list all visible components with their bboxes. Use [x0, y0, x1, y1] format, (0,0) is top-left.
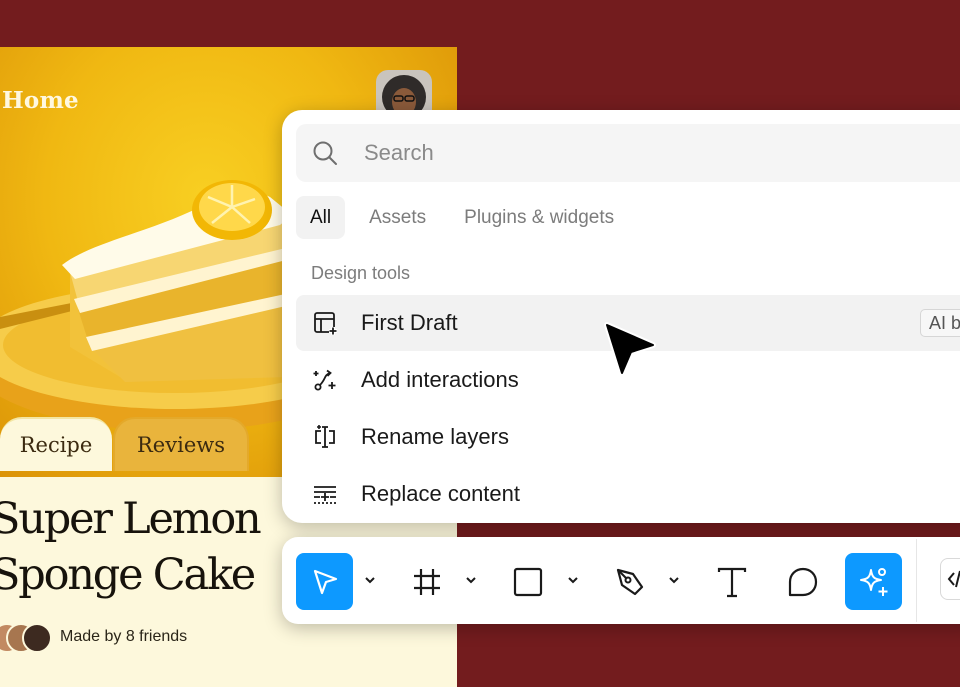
pen-icon: [616, 568, 643, 595]
contributors: Made by 8 friends: [0, 623, 188, 653]
mouse-cursor-icon: [604, 322, 656, 376]
filter-tab-label: Assets: [369, 206, 427, 228]
recipe-title: Super Lemon Sponge Cake: [0, 491, 262, 603]
ai-tool-button[interactable]: [845, 553, 902, 610]
code-icon: [947, 570, 960, 588]
command-label: First Draft: [361, 310, 458, 335]
tab-reviews-label: Reviews: [137, 433, 225, 457]
made-by-text: Made by 8 friends: [60, 628, 188, 645]
interactions-icon: [312, 367, 338, 393]
contributor-avatar: [22, 623, 52, 653]
chevron-down-icon[interactable]: [667, 573, 681, 587]
first-draft-icon: [312, 310, 338, 336]
tab-recipe[interactable]: Recipe: [0, 417, 112, 471]
comment-icon: [788, 567, 817, 596]
section-heading-design-tools: Design tools: [311, 263, 411, 283]
comment-tool-button[interactable]: [774, 553, 831, 610]
rename-layers-icon: [312, 424, 338, 450]
pen-tool-button[interactable]: [601, 553, 658, 610]
design-toolbar: [282, 537, 960, 624]
contributor-avatars: [0, 623, 56, 653]
recipe-title-line-2: Sponge Cake: [0, 550, 256, 600]
command-replace-content[interactable]: Replace content: [296, 466, 960, 522]
chevron-down-icon[interactable]: [363, 573, 377, 587]
shape-tool-button[interactable]: [499, 553, 556, 610]
filter-tab-assets[interactable]: Assets: [355, 196, 440, 239]
actions-palette: All Assets Plugins & widgets Design tool…: [282, 110, 960, 523]
text-tool-button[interactable]: [703, 553, 760, 610]
tab-reviews[interactable]: Reviews: [113, 417, 249, 471]
replace-content-icon: [312, 481, 338, 507]
command-label: Replace content: [361, 481, 520, 506]
search-icon: [313, 141, 337, 165]
frame-icon: [413, 568, 440, 595]
frame-tool-button[interactable]: [398, 553, 455, 610]
toolbar-divider: [916, 539, 917, 622]
tab-recipe-label: Recipe: [19, 433, 93, 457]
rectangle-icon: [513, 567, 542, 596]
recipe-tabs: Recipe Reviews: [0, 417, 300, 473]
ai-beta-badge: AI b: [920, 309, 960, 337]
search-bar[interactable]: [296, 124, 960, 182]
filter-tab-all[interactable]: All: [296, 196, 346, 239]
recipe-title-line-1: Super Lemon: [0, 494, 262, 544]
chevron-down-icon[interactable]: [566, 573, 580, 587]
filter-tab-plugins-widgets[interactable]: Plugins & widgets: [450, 196, 628, 239]
filter-tabs: All Assets Plugins & widgets: [296, 196, 638, 239]
dev-mode-toggle[interactable]: [940, 558, 960, 600]
chevron-down-icon[interactable]: [464, 573, 478, 587]
search-input[interactable]: [362, 139, 926, 167]
command-rename-layers[interactable]: Rename layers: [296, 409, 960, 465]
command-label: Add interactions: [361, 367, 519, 392]
text-icon: [717, 567, 746, 597]
filter-tab-label: All: [310, 206, 332, 228]
app-title: Home: [2, 87, 79, 114]
command-label: Rename layers: [361, 424, 509, 449]
move-tool-button[interactable]: [296, 553, 353, 610]
filter-tab-label: Plugins & widgets: [464, 206, 615, 228]
sparkle-icon: [859, 567, 887, 596]
pointer-icon: [313, 569, 337, 594]
